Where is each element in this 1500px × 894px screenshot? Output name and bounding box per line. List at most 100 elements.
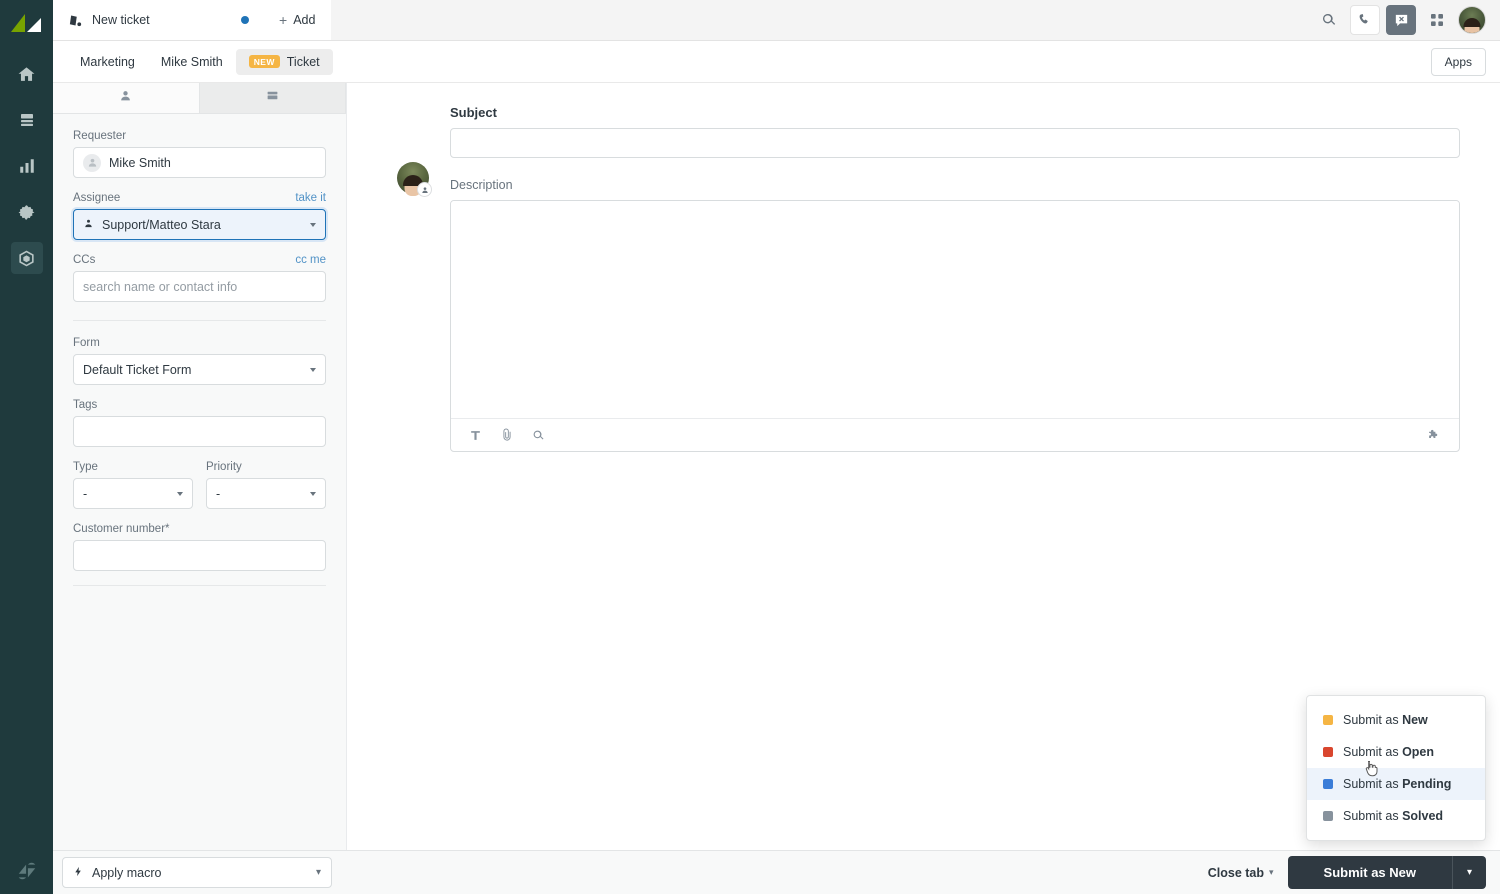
apps-puzzle-icon[interactable] [1426,428,1441,443]
menu-item-submit-solved[interactable]: Submit as Solved [1307,800,1485,832]
phone-icon[interactable] [1350,5,1380,35]
breadcrumb-bar: Marketing Mike Smith NEW Ticket Apps [53,41,1500,83]
sidebar-item-apps[interactable] [10,242,43,274]
compose-avatar-column [397,105,450,452]
sidebar-item-reporting[interactable] [11,150,43,182]
search-content-icon[interactable] [532,429,545,442]
assignee-select[interactable]: Support/Matteo Stara [73,209,326,240]
requester-value: Mike Smith [109,155,171,170]
rail-items [10,58,43,274]
zendesk-agent-workspace: New ticket + Add Marketing Mike Smith NE… [0,0,1500,894]
description-editor [450,200,1460,452]
subject-input[interactable] [450,128,1460,158]
field-customer-number: Customer number* [73,523,326,571]
breadcrumb-item-brand[interactable]: Marketing [67,49,148,75]
search-icon[interactable] [1314,5,1344,35]
compose-area: Subject Description [347,83,1500,452]
ccs-placeholder: search name or contact info [83,279,238,294]
field-form: Form Default Ticket Form [73,337,326,385]
type-label: Type [73,461,98,473]
type-select[interactable]: - [73,478,193,509]
form-value: Default Ticket Form [83,362,192,377]
close-tab-button[interactable]: Close tab ▾ [1208,866,1274,880]
rail-bottom-logo[interactable] [0,860,53,882]
sidebar-item-home[interactable] [11,58,43,90]
unsaved-indicator-dot [241,16,249,24]
submit-button[interactable]: Submit as New [1287,856,1452,889]
field-assignee: Assignee take it Support/Matteo Stara [73,192,326,240]
person-icon [119,89,132,107]
tab-requester-info[interactable] [53,83,200,113]
form-select[interactable]: Default Ticket Form [73,354,326,385]
apply-macro-select[interactable]: Apply macro ▾ [62,857,332,888]
ticket-card-icon [266,89,279,107]
submit-group: Submit as New ▾ [1287,856,1486,889]
compose-fields: Subject Description [450,105,1460,452]
status-swatch-new [1323,715,1333,725]
topbar-actions [1314,0,1500,40]
requester-label: Requester [73,130,127,142]
sidebar-item-views[interactable] [11,104,43,136]
requester-avatar-icon [83,153,101,172]
tab-ticket-info[interactable] [199,83,346,113]
panel-bottom-divider [73,585,326,586]
tab-new-ticket[interactable]: New ticket [53,0,263,40]
attachment-icon[interactable] [500,428,514,442]
breadcrumb-item-requester[interactable]: Mike Smith [148,49,236,75]
cc-me-link[interactable]: cc me [295,254,326,266]
ticket-icon [67,12,83,28]
customer-number-input[interactable] [73,540,326,571]
chat-unavailable-icon[interactable] [1386,5,1416,35]
menu-item-label: Submit as Solved [1343,809,1444,823]
take-it-link[interactable]: take it [295,192,326,204]
add-tab-button[interactable]: + Add [263,0,332,40]
menu-item-submit-pending[interactable]: Submit as Pending [1307,768,1485,800]
priority-select[interactable]: - [206,478,326,509]
zendesk-logo[interactable] [9,10,45,40]
form-label: Form [73,337,100,349]
ticket-body: Requester Mike Smith Assignee take it Su… [53,83,1500,850]
submit-status-menu: Submit as New Submit as Open Submit as P… [1306,695,1486,841]
chevron-down-icon [177,491,183,496]
apps-grid-icon[interactable] [1422,5,1452,35]
customer-number-label: Customer number* [73,523,170,535]
ticket-properties-panel: Requester Mike Smith Assignee take it Su… [53,83,347,850]
chevron-down-icon [310,367,316,372]
type-priority-row: Type - Priority - [73,461,326,523]
left-nav-rail [0,0,53,894]
menu-item-submit-open[interactable]: Submit as Open [1307,736,1485,768]
field-requester: Requester Mike Smith [73,130,326,178]
status-swatch-pending [1323,779,1333,789]
requester-input[interactable]: Mike Smith [73,147,326,178]
menu-item-label: Submit as Pending [1343,777,1452,791]
chevron-down-icon [310,491,316,496]
text-format-icon[interactable] [469,429,482,442]
chevron-down-icon [310,222,316,227]
main-column: New ticket + Add Marketing Mike Smith NE… [53,0,1500,894]
status-swatch-solved [1323,811,1333,821]
ccs-input[interactable]: search name or contact info [73,271,326,302]
assignee-group-icon [83,218,94,232]
submit-options-toggle[interactable]: ▾ [1452,856,1486,889]
menu-item-label: Submit as Open [1343,745,1435,759]
sidebar-item-admin[interactable] [11,196,43,228]
subject-label: Subject [450,105,497,120]
breadcrumb-item-ticket[interactable]: NEW Ticket [235,48,333,75]
add-label: Add [293,13,316,27]
field-tags: Tags [73,399,326,447]
breadcrumb-label: Marketing [80,54,135,69]
description-textarea[interactable] [451,201,1459,413]
user-avatar[interactable] [1458,6,1486,34]
menu-item-submit-new[interactable]: Submit as New [1307,704,1485,736]
apps-panel-button[interactable]: Apps [1430,47,1486,76]
tags-input[interactable] [73,416,326,447]
panel-fields: Requester Mike Smith Assignee take it Su… [53,114,346,850]
lightning-icon [73,866,84,880]
macro-label: Apply macro [92,865,162,880]
macro-wrap: Apply macro ▾ [62,857,332,888]
field-ccs: CCs cc me search name or contact info [73,254,326,302]
chevron-down-icon: ▾ [1269,867,1274,877]
topbar-spacer [331,0,1314,40]
breadcrumb-label: Mike Smith [160,54,223,69]
field-type: Type - [73,461,193,509]
